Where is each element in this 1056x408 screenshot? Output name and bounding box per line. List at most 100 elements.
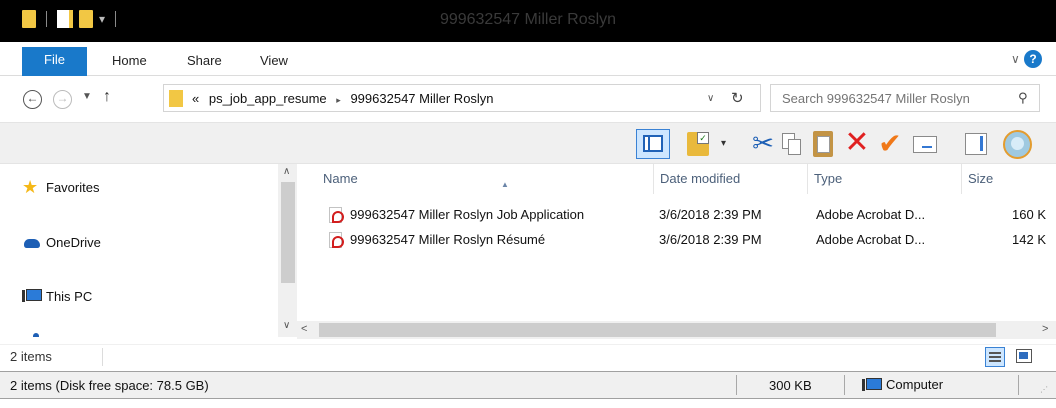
column-header-label: Name: [323, 171, 358, 186]
computer-icon: [862, 377, 882, 392]
nav-scrollbar[interactable]: ∧ ∨: [278, 164, 297, 337]
navigation-bar: ← → ▼ ↑ « ps_job_app_resume ▸ 999632547 …: [0, 76, 1056, 122]
navigation-pane: ★ Favorites OneDrive This PC ∧ ∨: [0, 164, 297, 337]
address-bar[interactable]: « ps_job_app_resume ▸ 999632547 Miller R…: [163, 84, 761, 112]
expand-ribbon-icon[interactable]: ∨: [1011, 52, 1020, 66]
search-icon[interactable]: ⚲: [1018, 90, 1028, 106]
properties-button[interactable]: ✓: [687, 129, 715, 159]
up-arrow-icon[interactable]: ↑: [103, 88, 111, 106]
search-input[interactable]: [771, 85, 1011, 111]
column-header-size[interactable]: Size: [961, 164, 1056, 194]
paste-button[interactable]: [811, 129, 837, 159]
command-toolbar: ✓ ▾ ✂ ✕ ✔: [0, 122, 1056, 164]
file-row[interactable]: 999632547 Miller Roslyn Résumé 3/6/2018 …: [319, 229, 1056, 251]
item-status-bar: 2 items: [0, 344, 1056, 368]
sort-ascending-icon: ▲: [501, 180, 509, 189]
file-row[interactable]: 999632547 Miller Roslyn Job Application …: [319, 204, 1056, 226]
delete-button[interactable]: ✕: [844, 126, 870, 159]
divider: [1018, 375, 1019, 395]
ribbon: File Home Share View ∨ ?: [0, 42, 1056, 76]
file-type: Adobe Acrobat D...: [816, 232, 926, 247]
checkmark-icon: ✔: [878, 128, 902, 159]
nav-item-label: This PC: [46, 288, 93, 304]
tab-view[interactable]: View: [260, 53, 288, 68]
computer-icon: [22, 288, 42, 304]
scrollbar-thumb[interactable]: [281, 182, 295, 283]
preview-pane-button[interactable]: [636, 129, 670, 159]
file-date: 3/6/2018 2:39 PM: [659, 232, 762, 247]
breadcrumb-separator-icon[interactable]: ▸: [336, 95, 341, 105]
scroll-up-icon[interactable]: ∧: [283, 166, 290, 177]
nav-item-label: OneDrive: [46, 234, 101, 250]
tab-share[interactable]: Share: [187, 53, 222, 68]
details-pane-button[interactable]: [965, 129, 989, 159]
cloud-icon: [22, 234, 40, 250]
breadcrumb-item[interactable]: ps_job_app_resume: [209, 91, 327, 106]
column-header-name[interactable]: Name ▲: [317, 164, 651, 194]
copy-icon-back: [788, 139, 801, 155]
refresh-icon[interactable]: ↻: [731, 89, 744, 107]
details-pane-icon: [965, 133, 987, 155]
checkmark-small-icon: ✓: [697, 132, 709, 144]
title-bar: ▾ 999632547 Miller Roslyn: [0, 0, 1056, 42]
address-history-dropdown-icon[interactable]: ∨: [707, 93, 714, 104]
help-icon[interactable]: ?: [1024, 50, 1042, 68]
recent-locations-dropdown-icon[interactable]: ▼: [82, 91, 92, 102]
nav-item-favorites[interactable]: ★ Favorites: [22, 176, 99, 198]
details-view-icon[interactable]: [985, 347, 1005, 367]
network-icon[interactable]: [33, 333, 39, 337]
file-name: 999632547 Miller Roslyn Job Application: [350, 207, 585, 222]
properties-dropdown-icon[interactable]: ▾: [721, 129, 731, 159]
item-count: 2 items: [10, 349, 52, 364]
nav-item-onedrive[interactable]: OneDrive: [22, 231, 101, 253]
status-location-label: Computer: [886, 377, 944, 392]
checkmark-button[interactable]: ✔: [876, 129, 904, 159]
file-name: 999632547 Miller Roslyn Résumé: [350, 232, 546, 247]
tab-file[interactable]: File: [22, 47, 87, 76]
nav-item-this-pc[interactable]: This PC: [22, 285, 92, 307]
forward-button[interactable]: →: [53, 90, 72, 109]
divider: [102, 348, 103, 366]
nav-item-label: Favorites: [46, 179, 100, 195]
status-detail: 2 items (Disk free space: 78.5 GB): [10, 378, 209, 393]
divider: [844, 375, 845, 395]
horizontal-scrollbar[interactable]: < >: [297, 321, 1056, 339]
breadcrumb-overflow[interactable]: «: [192, 91, 199, 106]
divider: [736, 375, 737, 395]
copy-button[interactable]: [780, 129, 804, 159]
file-date: 3/6/2018 2:39 PM: [659, 207, 762, 222]
star-icon: ★: [22, 177, 39, 197]
file-size: 142 K: [1012, 232, 1046, 247]
status-bar: 2 items (Disk free space: 78.5 GB) 300 K…: [0, 371, 1056, 399]
paste-paper: [817, 136, 830, 153]
preview-pane-icon: [643, 135, 663, 152]
status-location: Computer: [862, 377, 943, 392]
pdf-file-icon: [329, 207, 344, 223]
delete-icon: ✕: [844, 126, 870, 159]
globe-icon: [1003, 130, 1032, 159]
tab-home[interactable]: Home: [112, 53, 147, 68]
breadcrumb: « ps_job_app_resume ▸ 999632547 Miller R…: [192, 91, 494, 106]
large-icons-view-icon[interactable]: [1016, 349, 1032, 363]
folder-icon: [169, 90, 183, 107]
scroll-right-icon[interactable]: >: [1042, 323, 1048, 335]
rename-button[interactable]: [913, 129, 939, 159]
scroll-left-icon[interactable]: <: [301, 323, 307, 335]
back-button[interactable]: ←: [23, 90, 42, 109]
cut-button[interactable]: ✂: [751, 129, 775, 159]
search-box[interactable]: ⚲: [770, 84, 1040, 112]
cut-icon: ✂: [752, 128, 774, 158]
pdf-file-icon: [329, 232, 344, 248]
column-header-date[interactable]: Date modified: [653, 164, 797, 194]
globe-button[interactable]: [1001, 129, 1033, 159]
file-size: 160 K: [1012, 207, 1046, 222]
breadcrumb-item[interactable]: 999632547 Miller Roslyn: [350, 91, 493, 106]
file-list: Name ▲ Date modified Type Size 999632547…: [297, 164, 1056, 321]
window-title: 999632547 Miller Roslyn: [439, 11, 617, 28]
scroll-down-icon[interactable]: ∨: [283, 320, 290, 331]
rename-icon: [913, 136, 937, 153]
scrollbar-thumb[interactable]: [319, 323, 996, 337]
resize-grip-icon[interactable]: ⋰: [1040, 385, 1048, 394]
column-header-type[interactable]: Type: [807, 164, 961, 194]
file-type: Adobe Acrobat D...: [816, 207, 926, 222]
